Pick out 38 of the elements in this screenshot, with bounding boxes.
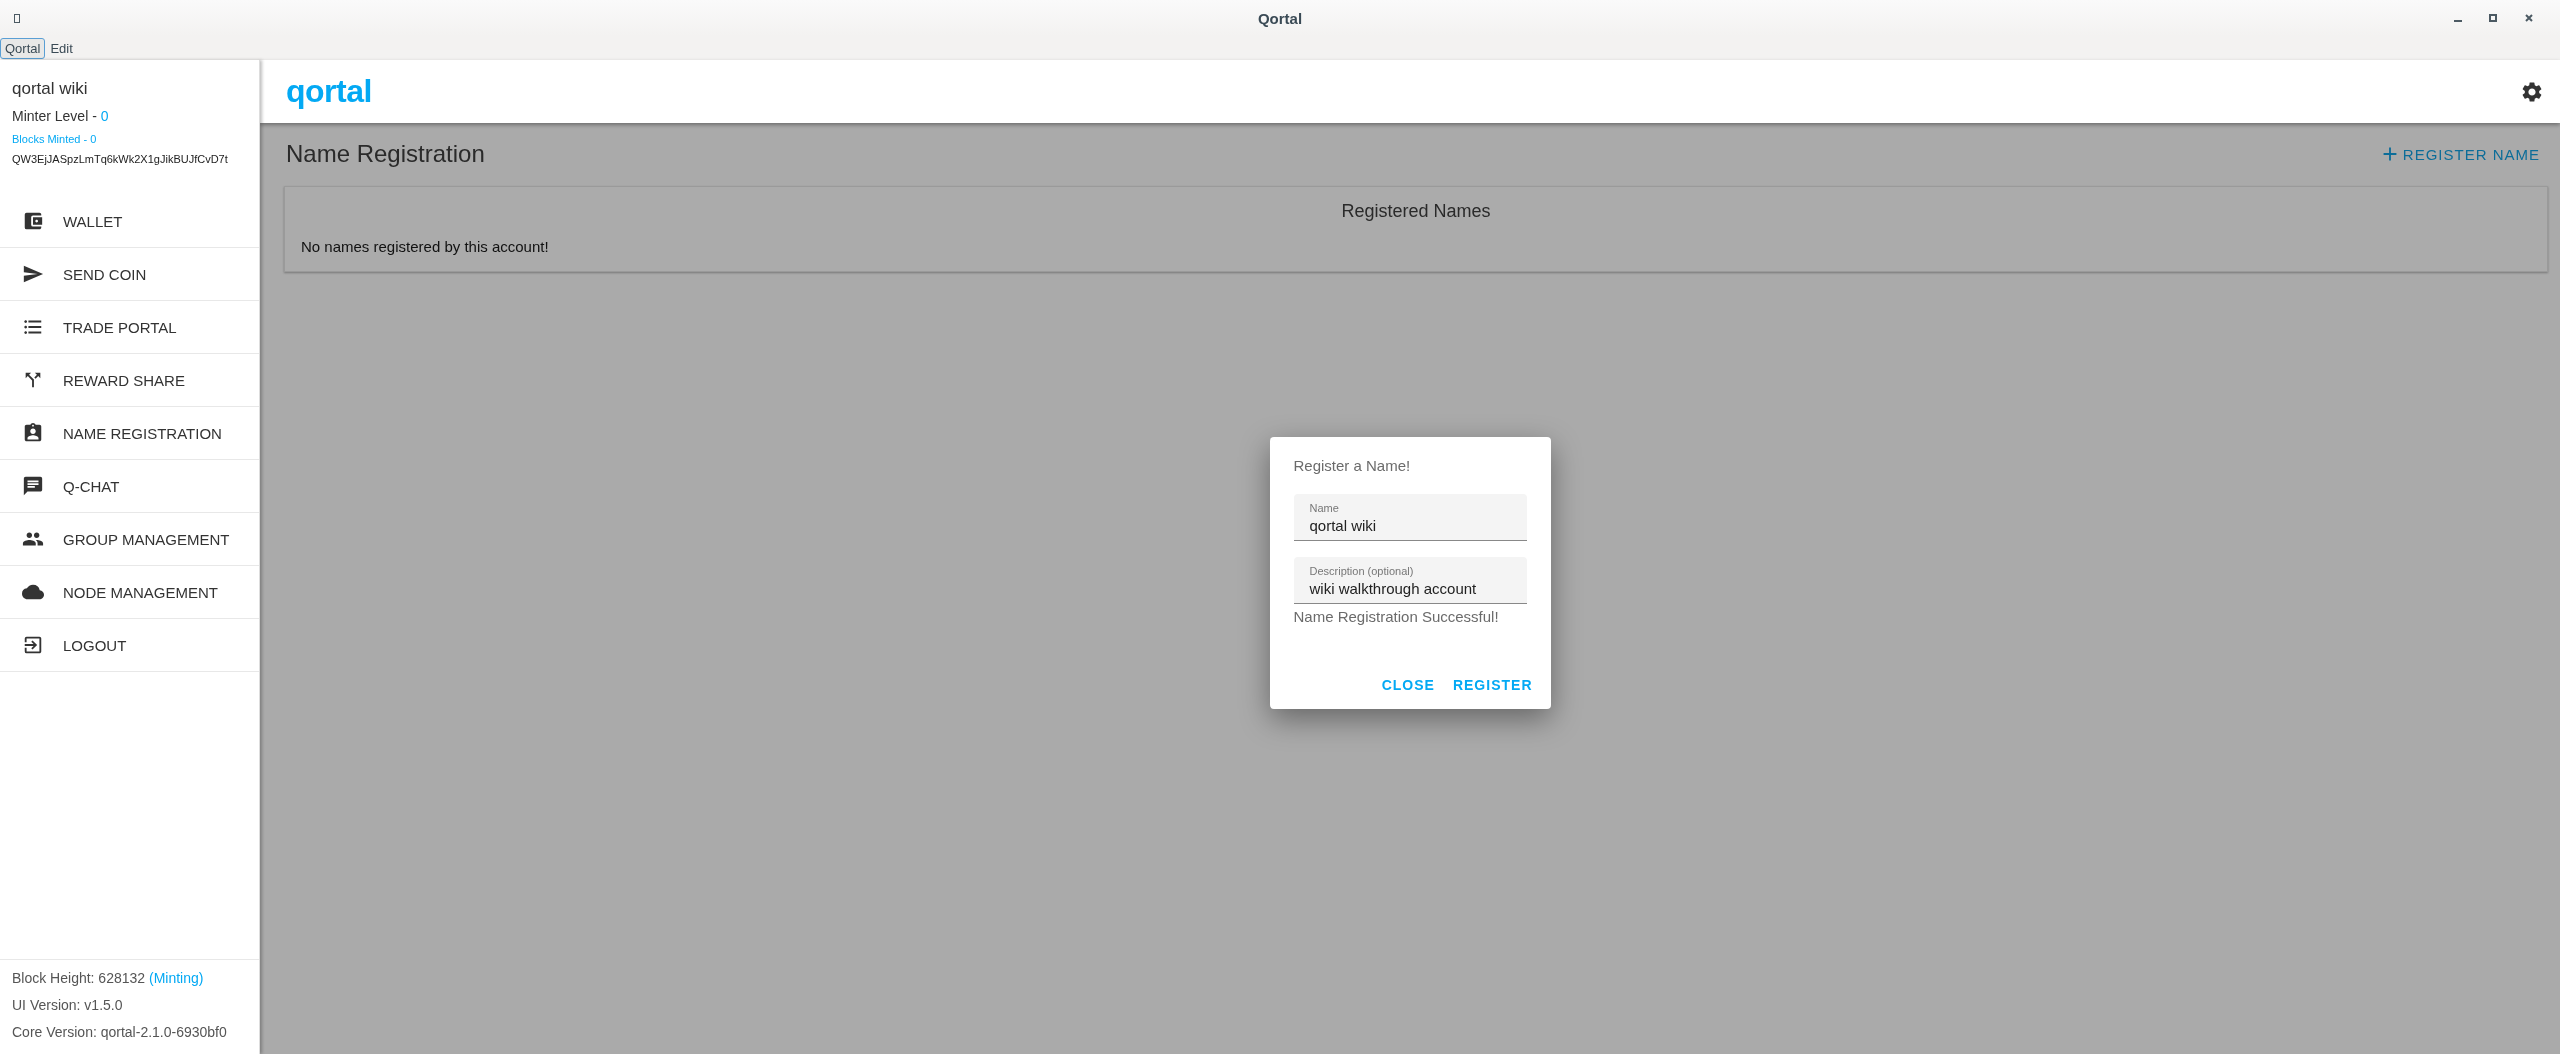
empty-message: No names registered by this account!: [301, 238, 550, 255]
settings-icon: [2520, 79, 2544, 104]
minter-level: Minter Level - 0: [12, 108, 110, 124]
nav-item[interactable]: NODE MANAGEMENT: [0, 566, 259, 619]
logout-icon: [22, 634, 44, 656]
maximize-button[interactable]: [2486, 11, 2500, 25]
nav-item[interactable]: WALLET: [0, 195, 259, 248]
nav-item[interactable]: LOGOUT: [0, 619, 259, 672]
input-field[interactable]: Name qortal wiki: [1293, 494, 1527, 541]
input-field[interactable]: Description (optional) wiki walkthrough account: [1293, 557, 1527, 604]
badge-icon: [22, 422, 44, 444]
nav-item[interactable]: REWARD SHARE: [0, 354, 259, 407]
minimize-icon: [2454, 20, 2462, 22]
wallet-icon: [22, 210, 44, 232]
chat-icon: [22, 475, 44, 497]
ui-version: UI Version: v1.5.0: [12, 997, 124, 1013]
nav-item[interactable]: TRADE PORTAL: [0, 301, 259, 354]
nav-item[interactable]: NAME REGISTRATION: [0, 407, 259, 460]
nav-item[interactable]: GROUP MANAGEMENT: [0, 513, 259, 566]
block-height: Block Height: 628132 (Minting): [12, 970, 205, 986]
menu-item[interactable]: Qortal: [0, 37, 46, 59]
maximize-icon: [2488, 13, 2498, 23]
dialog-title: Register a Name!: [1293, 457, 1412, 474]
account-name: qortal wiki: [12, 79, 89, 99]
card-title: Registered Names: [1340, 201, 1492, 222]
window-title: Qortal: [1257, 9, 1303, 27]
send-icon: [22, 263, 44, 285]
nav-item[interactable]: Q-CHAT: [0, 460, 259, 513]
account-address: QW3EjJASpzLmTq6kWk2X1gJikBUJfCvD7t: [12, 153, 229, 165]
logo: qortal: [286, 73, 372, 110]
page-title: Name Registration: [286, 140, 485, 168]
success-message: Name Registration Successful!: [1293, 608, 1500, 625]
core-version: Core Version: qortal-2.1.0-6930bf0: [12, 1024, 228, 1040]
menu-item[interactable]: Edit: [45, 37, 78, 59]
close-icon: [2524, 13, 2534, 23]
nav-item[interactable]: SEND COIN: [0, 248, 259, 301]
blocks-minted: Blocks Minted - 0: [12, 133, 98, 145]
app-icon: [14, 13, 20, 23]
